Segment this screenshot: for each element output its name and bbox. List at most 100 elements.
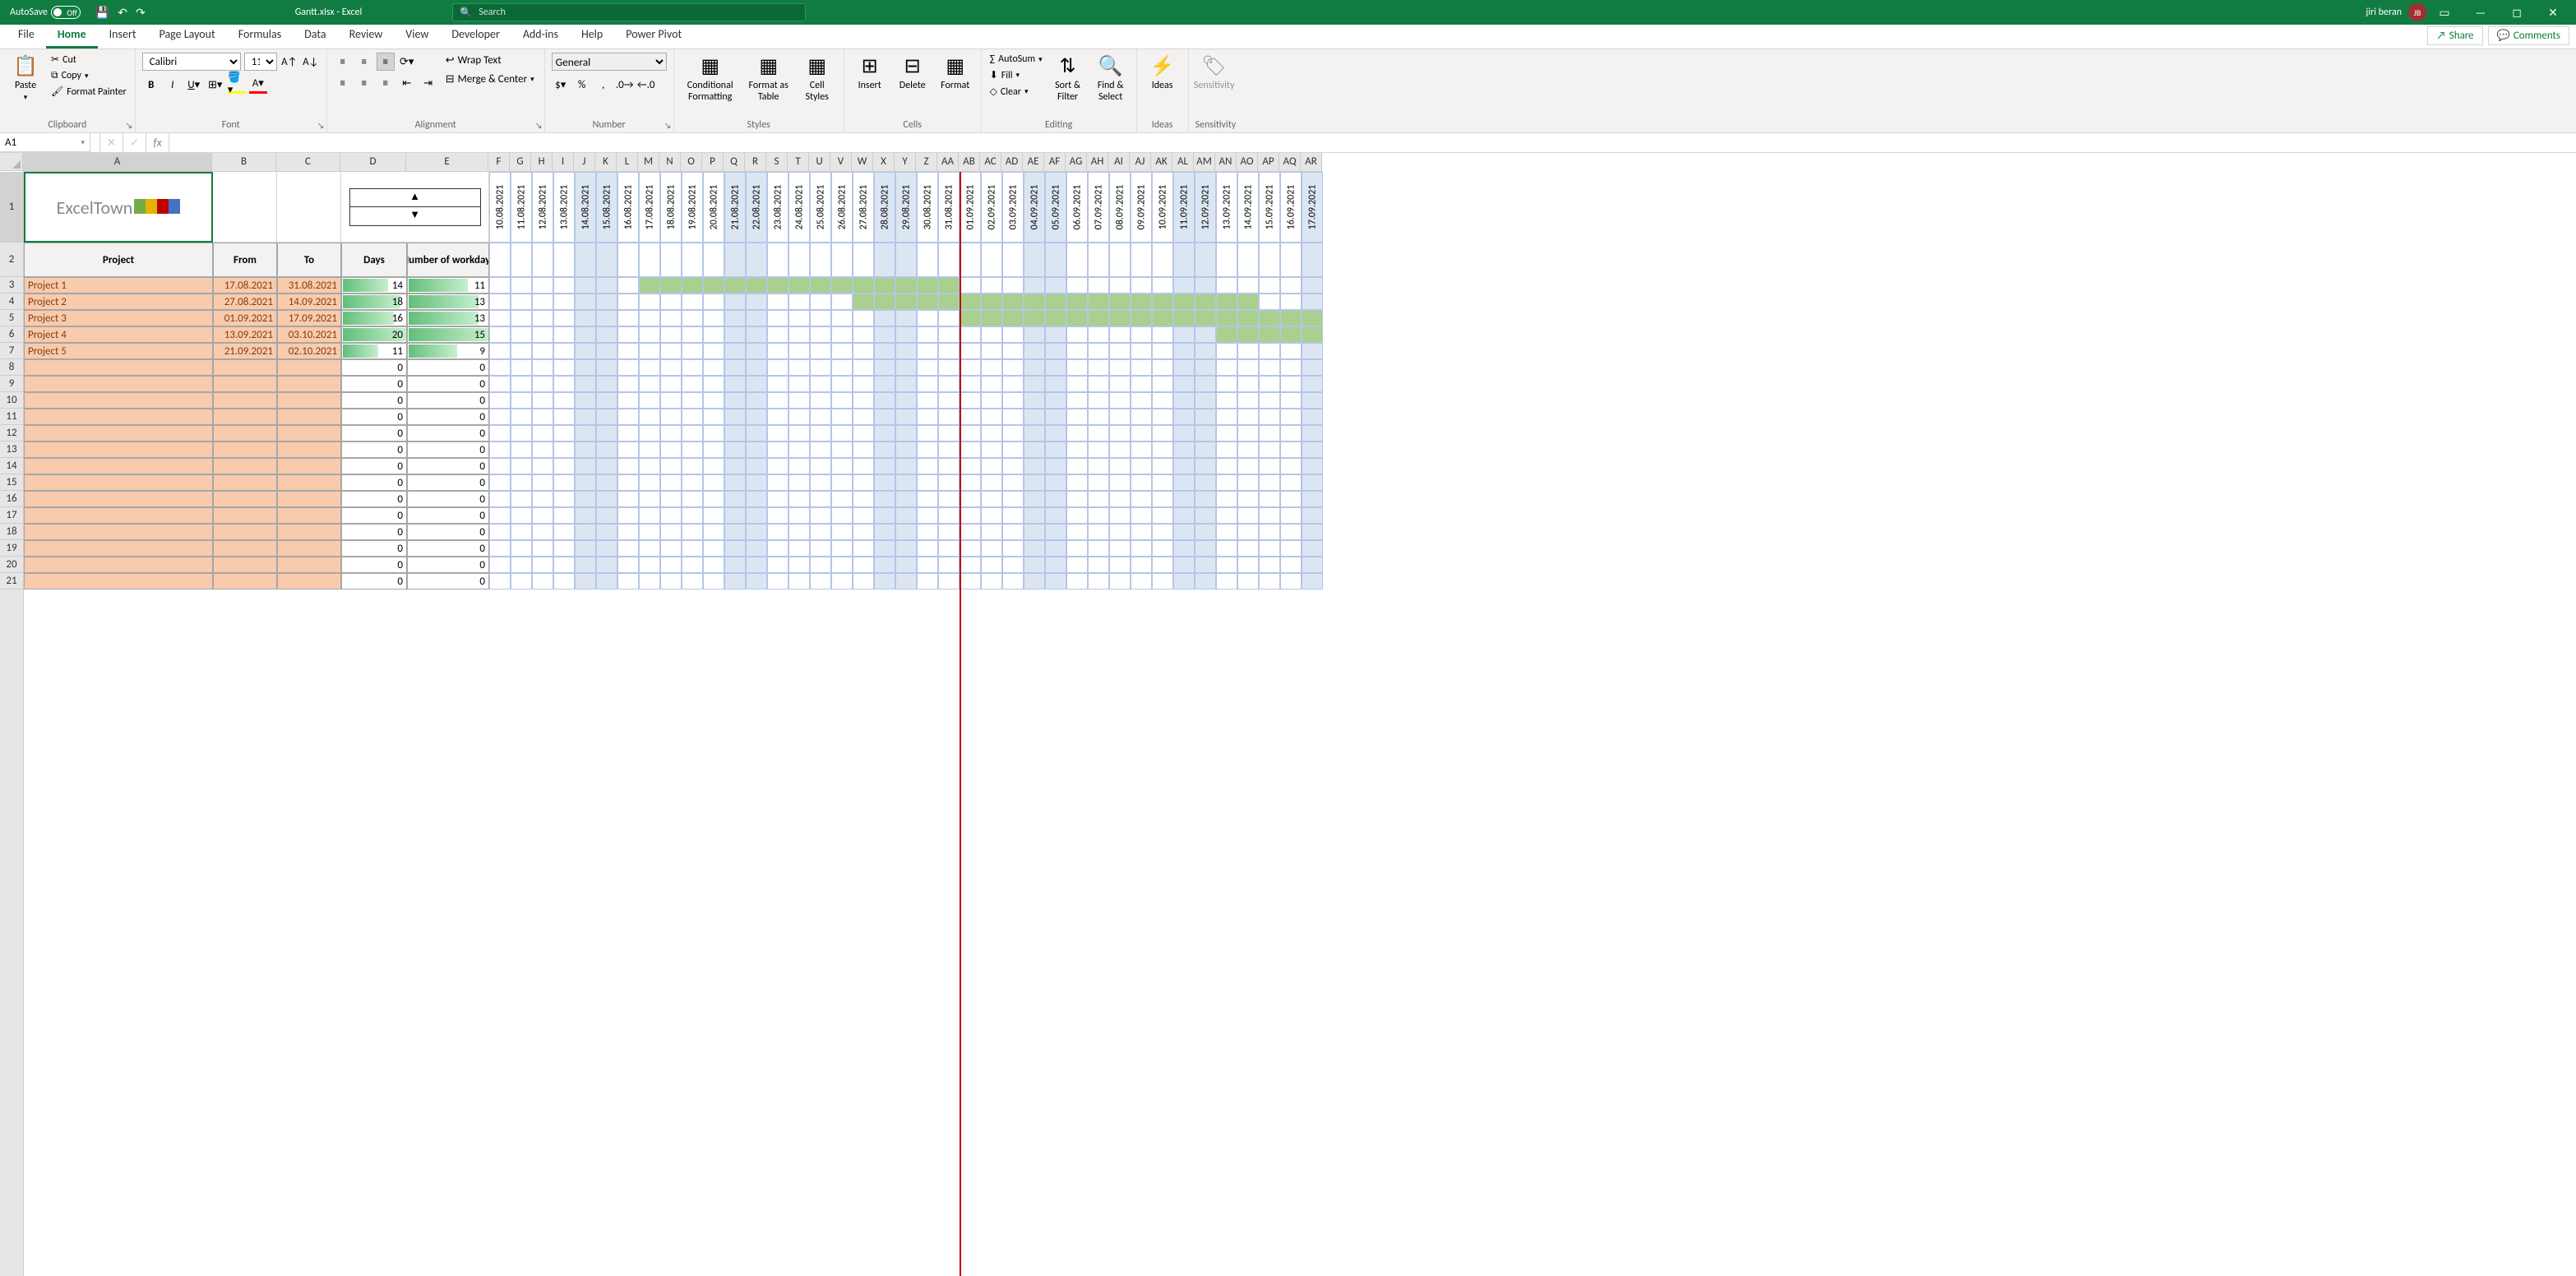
gantt-cell[interactable]: [1088, 474, 1109, 491]
workdays-cell[interactable]: 0: [407, 557, 489, 573]
col-header[interactable]: S: [766, 153, 788, 171]
gantt-bar-cell[interactable]: [1088, 310, 1109, 326]
gantt-cell[interactable]: [682, 310, 703, 326]
gantt-cell[interactable]: [532, 507, 553, 524]
gantt-cell[interactable]: [553, 376, 575, 392]
gantt-cell[interactable]: [874, 573, 895, 589]
dialog-launcher-icon[interactable]: ↘: [535, 120, 543, 131]
from-cell[interactable]: [213, 376, 277, 392]
gantt-cell[interactable]: [1195, 491, 1216, 507]
gantt-cell[interactable]: [639, 540, 660, 557]
gantt-bar-cell[interactable]: [1088, 294, 1109, 310]
align-left-icon[interactable]: ≡: [334, 74, 352, 92]
gantt-cell[interactable]: [981, 343, 1002, 359]
gantt-cell[interactable]: [789, 524, 810, 540]
gantt-cell[interactable]: [532, 294, 553, 310]
gantt-cell[interactable]: [981, 491, 1002, 507]
gantt-cell[interactable]: [874, 376, 895, 392]
gantt-cell[interactable]: [917, 310, 938, 326]
gantt-cell[interactable]: [1066, 376, 1088, 392]
row-header[interactable]: 3: [0, 277, 23, 294]
gantt-cell[interactable]: [617, 294, 639, 310]
gantt-cell[interactable]: [489, 573, 511, 589]
gantt-cell[interactable]: [1152, 507, 1173, 524]
date-header[interactable]: 14.08.2021: [575, 172, 596, 243]
col-header[interactable]: AN: [1215, 153, 1237, 171]
gantt-cell[interactable]: [1237, 458, 1259, 474]
from-cell[interactable]: [213, 573, 277, 589]
gantt-bar-cell[interactable]: [1024, 310, 1045, 326]
select-all-corner[interactable]: [0, 153, 23, 171]
gantt-cell[interactable]: [1195, 474, 1216, 491]
gantt-cell[interactable]: [617, 425, 639, 442]
tab-review[interactable]: Review: [338, 22, 395, 49]
gantt-cell[interactable]: [1195, 376, 1216, 392]
autosum-button[interactable]: ∑AutoSum▾: [988, 53, 1044, 66]
gantt-cell[interactable]: [831, 573, 853, 589]
gantt-cell[interactable]: [1109, 409, 1131, 425]
gantt-cell[interactable]: [596, 310, 617, 326]
gantt-cell[interactable]: [874, 310, 895, 326]
gantt-cell[interactable]: [1280, 425, 1302, 442]
gantt-cell[interactable]: [1216, 277, 1237, 294]
gantt-cell[interactable]: [1002, 425, 1024, 442]
gantt-cell[interactable]: [1195, 425, 1216, 442]
gantt-header-cell[interactable]: [831, 243, 853, 277]
gantt-bar-cell[interactable]: [960, 310, 981, 326]
from-cell[interactable]: [213, 425, 277, 442]
gantt-bar-cell[interactable]: [1280, 310, 1302, 326]
gantt-cell[interactable]: [703, 557, 724, 573]
gantt-cell[interactable]: [724, 557, 746, 573]
gantt-cell[interactable]: [746, 507, 767, 524]
from-cell[interactable]: [213, 557, 277, 573]
gantt-cell[interactable]: [1195, 277, 1216, 294]
col-header[interactable]: AQ: [1279, 153, 1301, 171]
gantt-cell[interactable]: [853, 409, 874, 425]
fill-color-button[interactable]: 🪣▾: [228, 76, 246, 94]
gantt-cell[interactable]: [724, 458, 746, 474]
gantt-cell[interactable]: [831, 491, 853, 507]
gantt-cell[interactable]: [660, 294, 682, 310]
date-header[interactable]: 05.09.2021: [1045, 172, 1066, 243]
gantt-cell[interactable]: [1088, 425, 1109, 442]
gantt-cell[interactable]: [703, 310, 724, 326]
cell-styles-button[interactable]: ▦Cell Styles: [798, 53, 837, 104]
gantt-cell[interactable]: [660, 557, 682, 573]
gantt-cell[interactable]: [1131, 458, 1152, 474]
date-header[interactable]: 28.08.2021: [874, 172, 895, 243]
col-header[interactable]: I: [553, 153, 574, 171]
orientation-icon[interactable]: ⟳▾: [398, 53, 416, 71]
gantt-cell[interactable]: [917, 557, 938, 573]
shrink-font-icon[interactable]: A↓: [302, 53, 320, 71]
gantt-cell[interactable]: [596, 573, 617, 589]
tab-page-layout[interactable]: Page Layout: [148, 22, 227, 49]
gantt-cell[interactable]: [981, 376, 1002, 392]
logo-cell[interactable]: ExcelTown: [24, 172, 213, 243]
minimize-icon[interactable]: —: [2463, 6, 2499, 20]
col-header[interactable]: H: [531, 153, 553, 171]
gantt-cell[interactable]: [1066, 573, 1088, 589]
gantt-cell[interactable]: [1045, 573, 1066, 589]
gantt-header-cell[interactable]: [746, 243, 767, 277]
row-header[interactable]: 7: [0, 343, 23, 359]
percent-icon[interactable]: %: [573, 76, 591, 94]
gantt-cell[interactable]: [575, 409, 596, 425]
gantt-cell[interactable]: [1152, 573, 1173, 589]
gantt-cell[interactable]: [703, 540, 724, 557]
gantt-cell[interactable]: [1045, 458, 1066, 474]
gantt-cell[interactable]: [981, 474, 1002, 491]
gantt-cell[interactable]: [639, 359, 660, 376]
gantt-cell[interactable]: [895, 343, 917, 359]
gantt-bar-cell[interactable]: [746, 277, 767, 294]
gantt-cell[interactable]: [895, 557, 917, 573]
gantt-cell[interactable]: [831, 294, 853, 310]
gantt-cell[interactable]: [575, 343, 596, 359]
header-to[interactable]: To: [277, 243, 341, 277]
format-cells-button[interactable]: ▦Format: [937, 53, 974, 93]
gantt-cell[interactable]: [767, 442, 789, 458]
gantt-cell[interactable]: [789, 540, 810, 557]
gantt-cell[interactable]: [1237, 442, 1259, 458]
col-header[interactable]: D: [340, 153, 406, 171]
gantt-cell[interactable]: [1173, 491, 1195, 507]
gantt-cell[interactable]: [1002, 458, 1024, 474]
